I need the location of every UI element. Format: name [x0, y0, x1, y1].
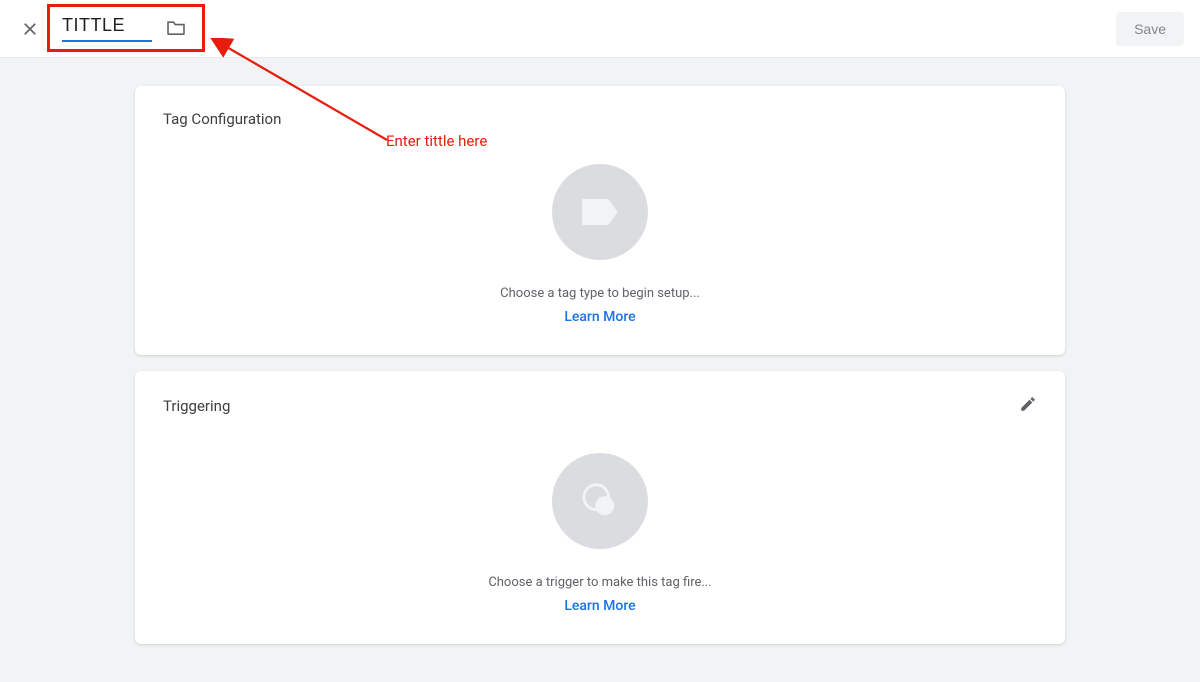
- title-wrap: [62, 15, 186, 42]
- content-area: Tag Configuration Choose a tag type to b…: [0, 58, 1200, 644]
- trigger-icon: [552, 453, 648, 549]
- triggering-prompt: Choose a trigger to make this tag fire..…: [488, 575, 711, 590]
- triggering-card[interactable]: Triggering Choose a trigger to make this…: [135, 371, 1065, 644]
- triggering-learn-more-link[interactable]: Learn More: [564, 598, 635, 614]
- pencil-icon[interactable]: [1019, 395, 1037, 417]
- tag-config-title: Tag Configuration: [163, 110, 281, 128]
- title-input[interactable]: [62, 15, 152, 42]
- card-header: Tag Configuration: [163, 110, 1037, 128]
- close-icon[interactable]: [16, 15, 44, 43]
- tag-config-learn-more-link[interactable]: Learn More: [564, 309, 635, 325]
- tag-config-body: Choose a tag type to begin setup... Lear…: [163, 128, 1037, 325]
- tag-config-prompt: Choose a tag type to begin setup...: [500, 286, 700, 301]
- save-button[interactable]: Save: [1116, 12, 1184, 46]
- topbar: Save: [0, 0, 1200, 58]
- tag-configuration-card[interactable]: Tag Configuration Choose a tag type to b…: [135, 86, 1065, 355]
- card-header: Triggering: [163, 395, 1037, 417]
- triggering-title: Triggering: [163, 397, 230, 415]
- tag-icon: [552, 164, 648, 260]
- triggering-body: Choose a trigger to make this tag fire..…: [163, 417, 1037, 614]
- folder-icon[interactable]: [166, 19, 186, 39]
